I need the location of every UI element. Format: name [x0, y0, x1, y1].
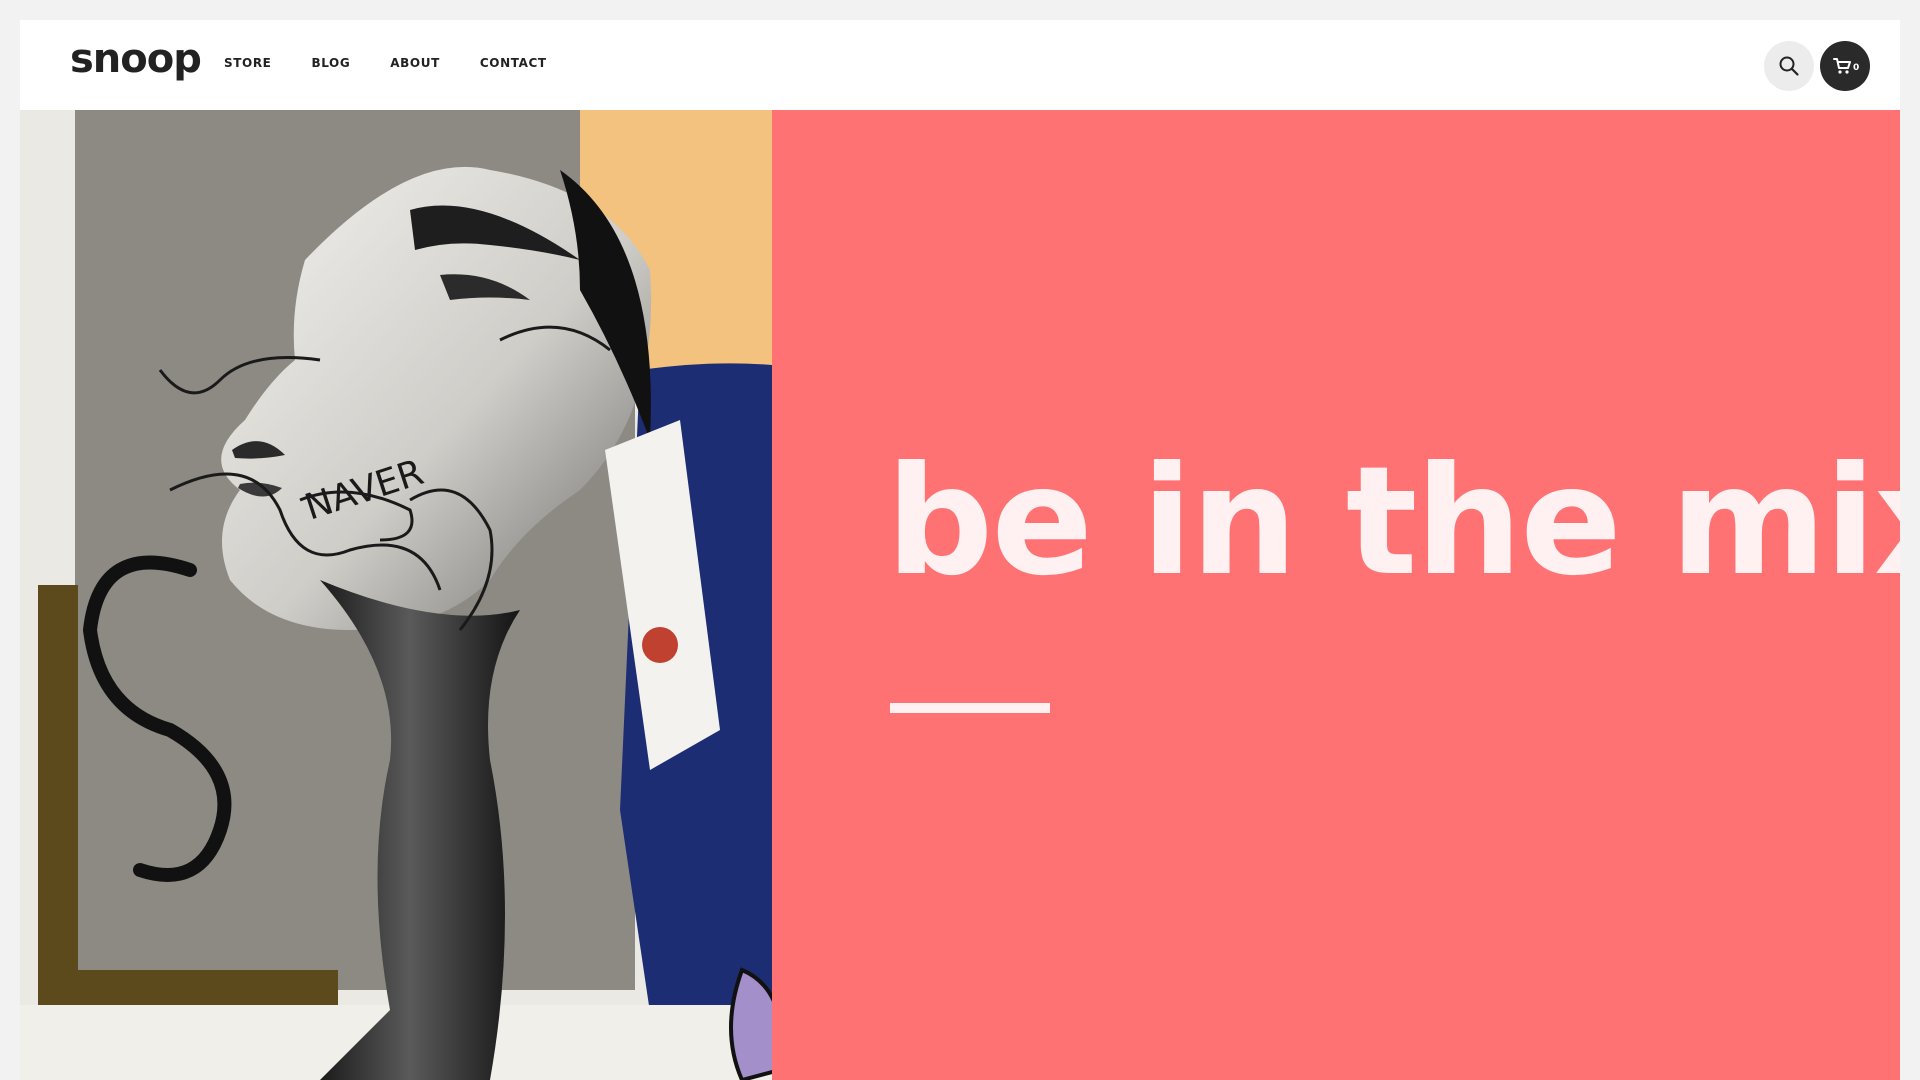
search-button[interactable] [1764, 41, 1814, 91]
site-header: snoop STORE BLOG ABOUT CONTACT 0 [20, 20, 1900, 110]
cart-icon [1833, 58, 1851, 74]
nav-blog-link[interactable]: BLOG [311, 56, 350, 70]
cart-count-badge: 0 [1853, 63, 1860, 73]
nav-about-link[interactable]: ABOUT [390, 56, 440, 70]
cart-button[interactable]: 0 [1820, 41, 1870, 91]
nav-store-link[interactable]: STORE [224, 56, 271, 70]
search-icon [1779, 56, 1799, 76]
headline-underline [890, 703, 1050, 713]
hero-headline: be in the mix [886, 435, 1900, 609]
main-nav: STORE BLOG ABOUT CONTACT [224, 56, 587, 70]
street-art-illustration: NAVER [20, 110, 772, 1080]
page-frame: snoop STORE BLOG ABOUT CONTACT 0 NAVER b… [20, 20, 1900, 1080]
nav-contact-link[interactable]: CONTACT [480, 56, 547, 70]
hero-panel: be in the mix [772, 110, 1900, 1080]
street-art-image: NAVER [20, 110, 772, 1080]
site-logo[interactable]: snoop [70, 36, 202, 82]
